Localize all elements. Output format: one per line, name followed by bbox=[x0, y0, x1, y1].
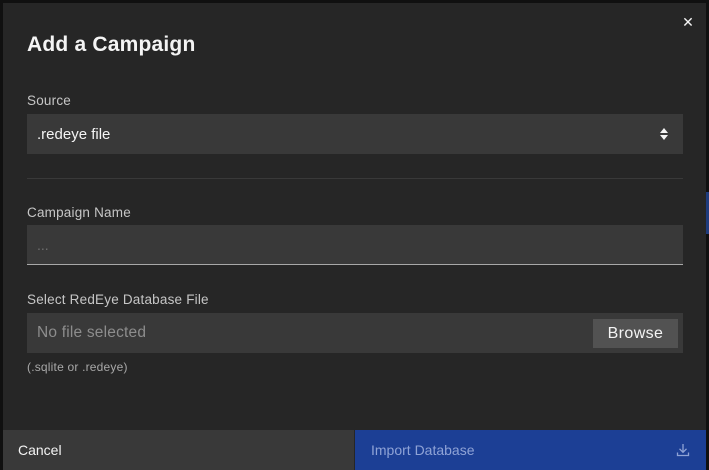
browse-button[interactable]: Browse bbox=[593, 319, 678, 348]
download-icon bbox=[676, 444, 690, 457]
database-file-label: Select RedEye Database File bbox=[27, 292, 209, 307]
import-database-button[interactable]: Import Database bbox=[355, 430, 706, 470]
import-button-label: Import Database bbox=[371, 442, 475, 458]
section-divider bbox=[27, 178, 683, 179]
file-helper-text: (.sqlite or .redeye) bbox=[27, 360, 128, 374]
sort-caret-icon bbox=[660, 128, 668, 140]
close-button[interactable]: ✕ bbox=[679, 13, 697, 31]
dialog-title: Add a Campaign bbox=[27, 33, 196, 56]
source-label: Source bbox=[27, 93, 71, 108]
campaign-name-input[interactable] bbox=[27, 225, 683, 265]
file-status-text: No file selected bbox=[37, 324, 147, 341]
source-selected-value: .redeye file bbox=[37, 125, 111, 143]
source-select[interactable]: .redeye file bbox=[27, 114, 683, 154]
add-campaign-dialog: ✕ Add a Campaign Source .redeye file Cam… bbox=[3, 3, 706, 470]
file-picker: No file selected Browse bbox=[27, 313, 683, 353]
close-icon: ✕ bbox=[682, 13, 694, 30]
campaign-name-label: Campaign Name bbox=[27, 205, 131, 220]
cancel-button[interactable]: Cancel bbox=[3, 430, 354, 470]
dialog-footer: Cancel Import Database bbox=[3, 430, 706, 470]
cancel-button-label: Cancel bbox=[18, 442, 62, 458]
